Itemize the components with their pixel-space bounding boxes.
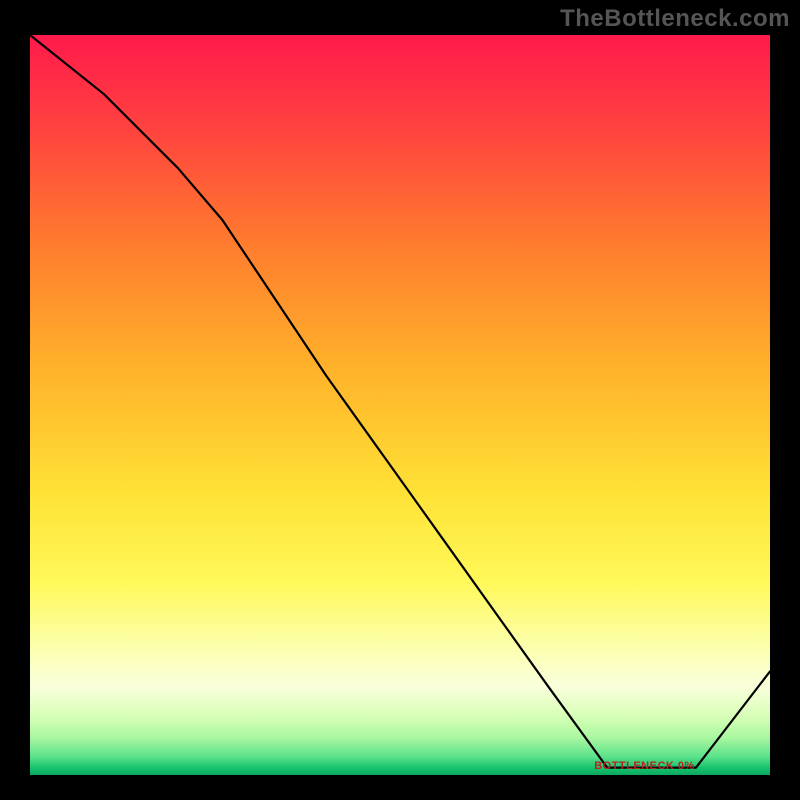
plot-area: BOTTLENECK 0% (30, 35, 770, 775)
bottleneck-zero-label: BOTTLENECK 0% (594, 760, 695, 772)
watermark-text: TheBottleneck.com (560, 5, 790, 33)
bottleneck-curve (30, 35, 770, 768)
chart-frame: TheBottleneck.com BOTTLENECK 0% (0, 0, 800, 800)
chart-svg (30, 35, 770, 775)
